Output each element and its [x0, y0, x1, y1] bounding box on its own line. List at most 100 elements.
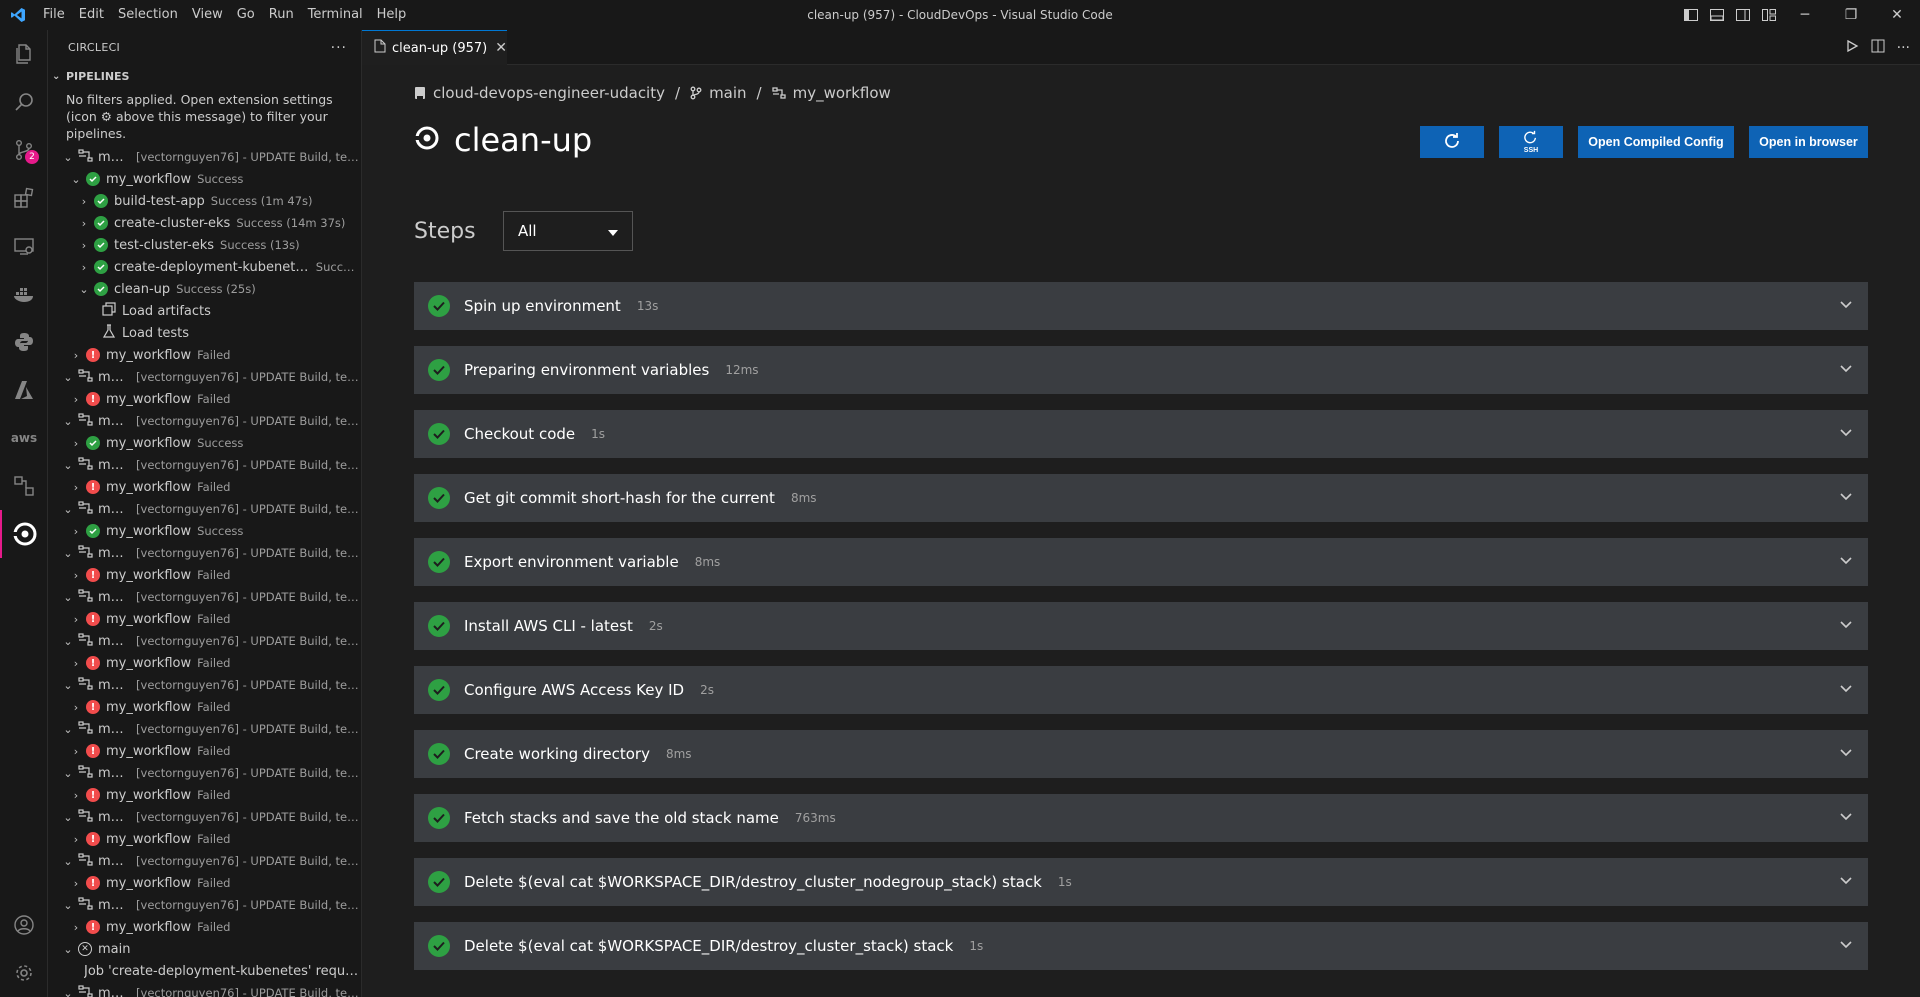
- step-row[interactable]: Install AWS CLI - latest 2s: [414, 602, 1868, 650]
- tree-item-pipeline[interactable]: ⌄ main [vectornguyen76] - UPDATE Build, te…: [48, 146, 361, 168]
- tree-item[interactable]: ›! my_workflow Failed: [48, 388, 361, 410]
- tree-item[interactable]: ›! my_workflow Failed: [48, 476, 361, 498]
- step-row[interactable]: Preparing environment variables 12ms: [414, 346, 1868, 394]
- chevron-down-icon[interactable]: [1840, 618, 1852, 633]
- menu-run[interactable]: Run: [262, 0, 301, 30]
- chevron-down-icon[interactable]: ⌄: [60, 811, 76, 824]
- pipelines-section-header[interactable]: ⌄ PIPELINES: [48, 65, 361, 87]
- menu-help[interactable]: Help: [370, 0, 414, 30]
- tree-item-pipeline[interactable]: ⌄ main [vectornguyen76] - UPDATE Build, te…: [48, 410, 361, 432]
- azure-icon[interactable]: [0, 366, 48, 414]
- run-icon[interactable]: [1845, 39, 1859, 57]
- step-row[interactable]: Create working directory 8ms: [414, 730, 1868, 778]
- tree-item-pipeline[interactable]: ⌄ main [vectornguyen76] - UPDATE Build, te…: [48, 982, 361, 997]
- breadcrumb-branch[interactable]: main: [709, 84, 746, 102]
- tree-item[interactable]: ›! my_workflow Failed: [48, 740, 361, 762]
- kubernetes-icon[interactable]: [0, 462, 48, 510]
- tab-clean-up[interactable]: clean-up (957) ✕: [362, 30, 507, 65]
- tree-item-pipeline[interactable]: ⌄ main [vectornguyen76] - UPDATE Build, te…: [48, 586, 361, 608]
- chevron-down-icon[interactable]: [1840, 298, 1852, 313]
- circleci-icon[interactable]: [0, 510, 48, 558]
- customize-layout-icon[interactable]: [1756, 0, 1782, 30]
- chevron-down-icon[interactable]: ⌄: [60, 679, 76, 692]
- aws-icon[interactable]: aws: [0, 414, 48, 462]
- menu-go[interactable]: Go: [230, 0, 262, 30]
- tree-item[interactable]: ⌄ clean-up Success (25s): [48, 278, 361, 300]
- chevron-right-icon[interactable]: ›: [76, 195, 92, 208]
- more-actions-icon[interactable]: ···: [1897, 40, 1910, 56]
- menu-view[interactable]: View: [185, 0, 230, 30]
- tree-item-pipeline[interactable]: ⌄ main [vectornguyen76] - UPDATE Build, te…: [48, 366, 361, 388]
- chevron-down-icon[interactable]: ⌄: [60, 591, 76, 604]
- tree-item[interactable]: ›! my_workflow Failed: [48, 828, 361, 850]
- rerun-button[interactable]: [1420, 126, 1484, 158]
- chevron-down-icon[interactable]: [1840, 874, 1852, 889]
- chevron-right-icon[interactable]: ›: [76, 217, 92, 230]
- tree-item[interactable]: ›! my_workflow Failed: [48, 696, 361, 718]
- chevron-down-icon[interactable]: [1840, 554, 1852, 569]
- search-icon[interactable]: [0, 78, 48, 126]
- chevron-down-icon[interactable]: ⌄: [76, 283, 92, 296]
- tree-item-pipeline[interactable]: ⌄ main [vectornguyen76] - UPDATE Build, te…: [48, 762, 361, 784]
- step-row[interactable]: Export environment variable 8ms: [414, 538, 1868, 586]
- minimize-button[interactable]: ─: [1782, 0, 1828, 30]
- tree-item[interactable]: › test-cluster-eks Success (13s): [48, 234, 361, 256]
- menu-file[interactable]: File: [36, 0, 72, 30]
- tree-item[interactable]: ⌄ my_workflow Success: [48, 168, 361, 190]
- chevron-down-icon[interactable]: ⌄: [60, 943, 76, 956]
- manage-gear-icon[interactable]: [0, 949, 48, 997]
- tree-item-pipeline[interactable]: ⌄ main [vectornguyen76] - UPDATE Build, te…: [48, 674, 361, 696]
- chevron-right-icon[interactable]: ›: [68, 437, 84, 450]
- chevron-right-icon[interactable]: ›: [68, 349, 84, 362]
- close-tab-icon[interactable]: ✕: [495, 40, 507, 56]
- menu-terminal[interactable]: Terminal: [301, 0, 370, 30]
- open-in-browser-button[interactable]: Open in browser: [1749, 126, 1868, 158]
- chevron-down-icon[interactable]: [1840, 938, 1852, 953]
- tree-item[interactable]: › build-test-app Success (1m 47s): [48, 190, 361, 212]
- toggle-panel-icon[interactable]: [1704, 0, 1730, 30]
- tree-item[interactable]: ›! my_workflow Failed: [48, 564, 361, 586]
- step-row[interactable]: Get git commit short-hash for the curren…: [414, 474, 1868, 522]
- breadcrumb-project[interactable]: cloud-devops-engineer-udacity: [433, 84, 665, 102]
- chevron-right-icon[interactable]: ›: [68, 657, 84, 670]
- tree-item[interactable]: ›! my_workflow Failed: [48, 608, 361, 630]
- tree-item[interactable]: › create-deployment-kubenetes Succe...: [48, 256, 361, 278]
- restore-button[interactable]: ❐: [1828, 0, 1874, 30]
- chevron-down-icon[interactable]: ⌄: [60, 415, 76, 428]
- open-compiled-config-button[interactable]: Open Compiled Config: [1578, 126, 1734, 158]
- breadcrumb-workflow[interactable]: my_workflow: [793, 84, 891, 102]
- step-row[interactable]: Delete $(eval cat $WORKSPACE_DIR/destroy…: [414, 922, 1868, 970]
- step-row[interactable]: Delete $(eval cat $WORKSPACE_DIR/destroy…: [414, 858, 1868, 906]
- tree-item-pipeline[interactable]: ⌄ main [vectornguyen76] - UPDATE Build, te…: [48, 630, 361, 652]
- chevron-right-icon[interactable]: ›: [68, 613, 84, 626]
- tree-item[interactable]: › my_workflow Success: [48, 520, 361, 542]
- chevron-right-icon[interactable]: ›: [68, 877, 84, 890]
- chevron-down-icon[interactable]: [1840, 682, 1852, 697]
- tree-item[interactable]: › my_workflow Success: [48, 432, 361, 454]
- chevron-down-icon[interactable]: [1840, 746, 1852, 761]
- chevron-down-icon[interactable]: [1840, 490, 1852, 505]
- chevron-down-icon[interactable]: ⌄: [60, 855, 76, 868]
- step-row[interactable]: Spin up environment 13s: [414, 282, 1868, 330]
- split-editor-icon[interactable]: [1871, 39, 1885, 57]
- tree-item[interactable]: Load tests: [48, 322, 361, 344]
- chevron-right-icon[interactable]: ›: [68, 789, 84, 802]
- tree-item-pipeline[interactable]: ⌄ main [vectornguyen76] - UPDATE Build, te…: [48, 850, 361, 872]
- tree-item-pipeline[interactable]: ⌄ main [vectornguyen76] - UPDATE Build, te…: [48, 454, 361, 476]
- source-control-icon[interactable]: 2: [0, 126, 48, 174]
- tree-item[interactable]: ›! my_workflow Failed: [48, 344, 361, 366]
- remote-explorer-icon[interactable]: [0, 222, 48, 270]
- chevron-right-icon[interactable]: ›: [68, 833, 84, 846]
- chevron-right-icon[interactable]: ›: [68, 921, 84, 934]
- extensions-icon[interactable]: [0, 174, 48, 222]
- toggle-secondary-sidebar-icon[interactable]: [1730, 0, 1756, 30]
- chevron-down-icon[interactable]: [1840, 810, 1852, 825]
- tree-item[interactable]: ›! my_workflow Failed: [48, 652, 361, 674]
- chevron-down-icon[interactable]: ⌄: [68, 173, 84, 186]
- more-actions-icon[interactable]: ···: [331, 40, 347, 56]
- tree-item[interactable]: Job 'create-deployment-kubenetes' requir…: [48, 960, 361, 982]
- chevron-down-icon[interactable]: ⌄: [60, 899, 76, 912]
- chevron-right-icon[interactable]: ›: [68, 525, 84, 538]
- tree-item[interactable]: ›! my_workflow Failed: [48, 872, 361, 894]
- accounts-icon[interactable]: [0, 901, 48, 949]
